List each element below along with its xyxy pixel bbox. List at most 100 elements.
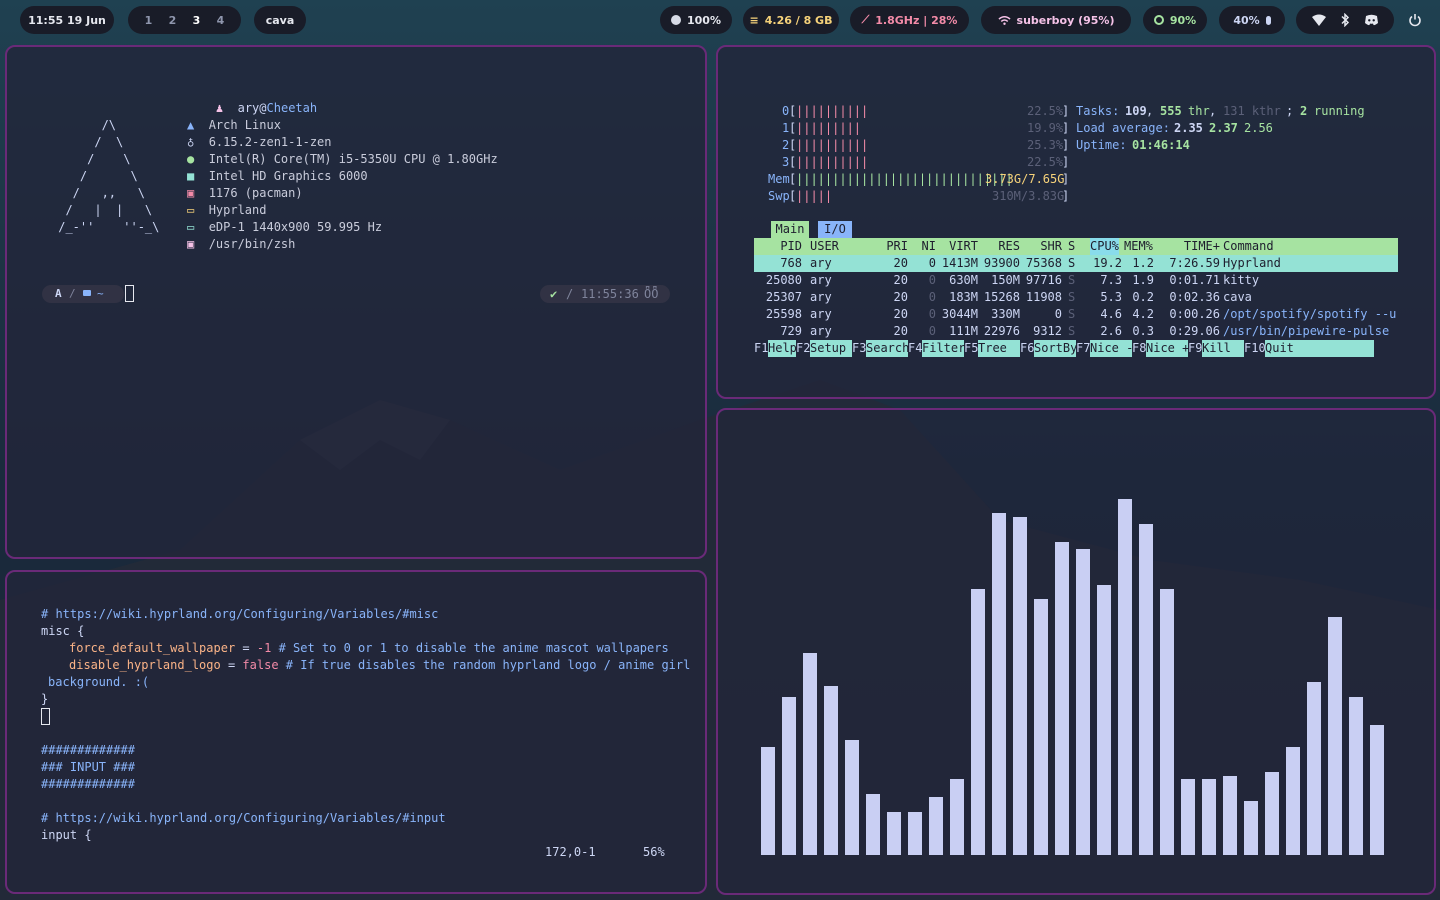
- cava-bar: [1013, 517, 1027, 855]
- fkey-f1[interactable]: F1: [754, 340, 768, 357]
- cava-bar: [824, 686, 838, 855]
- fkey-f10[interactable]: F10: [1244, 340, 1266, 357]
- fkey-f6[interactable]: F6: [1020, 340, 1034, 357]
- fkey-search-label[interactable]: Search: [866, 340, 909, 357]
- brightness-text: 90%: [1169, 13, 1197, 27]
- cell-cmd: /usr/bin/pipewire-pulse: [1223, 324, 1390, 338]
- process-row[interactable]: 25598 ary 20 0 3044M 330M 0 S 4.6 4.2 0:00.26/opt/…: [754, 306, 1398, 323]
- fkey-quit-label[interactable]: Quit: [1265, 340, 1374, 357]
- power-button[interactable]: [1404, 10, 1426, 30]
- code-hash-line-1: #############: [41, 743, 135, 757]
- cpu-widget[interactable]: ⟋ 1.8GHz | 28%: [850, 6, 969, 34]
- cell-cpu: 2.6: [1100, 324, 1122, 338]
- cell-ni: 0: [928, 324, 936, 338]
- vim-editor-terminal[interactable]: # https://wiki.hyprland.org/Configuring/…: [5, 570, 707, 894]
- process-row[interactable]: 729 ary 20 0 111M 22976 9312 S 2.6 0.3 0:29.06/usr…: [754, 323, 1398, 340]
- tab-main[interactable]: Main: [771, 221, 809, 238]
- cava-bar: [782, 697, 796, 855]
- fkey-kill-label[interactable]: Kill: [1202, 340, 1244, 357]
- cell-cmd: /opt/spotify/spotify --ur: [1223, 307, 1398, 321]
- process-row[interactable]: 25307 ary 20 0 183M 15268 11908 S 5.3 0.2 0:02.36 c…: [754, 289, 1398, 306]
- code-misc-close: }: [41, 692, 49, 706]
- fastfetch-terminal[interactable]: /\ / \ / \ / \ / ,, \ / | | \ /_-'' ''-_…: [5, 45, 707, 559]
- cava-bar: [1328, 617, 1342, 855]
- battery-text: 100%: [687, 13, 721, 27]
- process-row[interactable]: 25080 ary 20 0 630M 150M 97716 S 7.3 1.9 0:01.71 ki…: [754, 272, 1398, 289]
- fkey-sortby-label[interactable]: SortBy: [1034, 340, 1077, 357]
- package-icon: ▣: [187, 186, 195, 200]
- monitor-icon: ▭: [187, 220, 195, 234]
- cell-ni: 0: [928, 256, 936, 270]
- fkey-f3[interactable]: F3: [852, 340, 866, 357]
- bluetooth-icon[interactable]: [1340, 13, 1350, 27]
- cell-cmd: Hyprland: [1223, 256, 1281, 270]
- cava-visualizer-terminal[interactable]: [716, 408, 1436, 895]
- process-row-selected[interactable]: 768 ary 20 0 1413M 93900 75368 S 19.2 1.2 7:26.59 H…: [754, 255, 1398, 272]
- battery-icon: [671, 15, 681, 25]
- window-icon: ▭: [187, 203, 195, 217]
- prompt-status: ✔ / 11:55:36 ȪȪ: [540, 285, 670, 303]
- memory-icon: ≡: [749, 13, 759, 27]
- code-input-open: input {: [41, 828, 92, 842]
- fkey-f4[interactable]: F4: [908, 340, 922, 357]
- fkey-filter-label[interactable]: Filter: [922, 340, 965, 357]
- fkey-tree-label[interactable]: Tree: [978, 340, 1020, 357]
- cpu-meter-1: 1[||||||||| 19.9%]: [782, 121, 1070, 135]
- info-wm: ▭ Hyprland: [187, 203, 267, 217]
- workspace-2-button[interactable]: 2: [161, 14, 185, 27]
- wifi-widget[interactable]: suberboy (95%): [981, 6, 1131, 34]
- cell-mem: 4.2: [1132, 307, 1154, 321]
- discord-icon[interactable]: [1364, 14, 1379, 26]
- cell-shr: 9312: [1033, 324, 1062, 338]
- arch-prompt-icon: A: [55, 287, 62, 300]
- tray: [1296, 6, 1394, 34]
- workspace-1-button[interactable]: 1: [137, 14, 161, 27]
- cava-bar: [1370, 725, 1384, 855]
- cava-bars: [718, 410, 1434, 855]
- cell-mem: 1.2: [1132, 256, 1154, 270]
- battery-widget[interactable]: 100%: [660, 6, 732, 34]
- fkey-f9[interactable]: F9: [1188, 340, 1202, 357]
- workspace-switcher: 1 2 3 4: [128, 6, 241, 34]
- wifi-text: suberboy (95%): [1016, 13, 1115, 27]
- volume-widget[interactable]: 40%: [1219, 6, 1285, 34]
- terminal-icon: ▣: [187, 237, 195, 251]
- cava-bar: [1265, 772, 1279, 855]
- fkey-nice-label[interactable]: Nice -: [1090, 340, 1133, 357]
- memory-widget[interactable]: ≡ 4.26 / 8 GB: [743, 6, 839, 34]
- shell-prompt: A / ~: [42, 285, 124, 303]
- cell-pri: 20: [893, 273, 908, 287]
- code-logo-line: disable_hyprland_logo = false # If true …: [69, 658, 691, 672]
- cava-bar: [761, 747, 775, 855]
- cell-cpu: 7.3: [1100, 273, 1122, 287]
- checkmark-icon: ✔: [550, 287, 558, 301]
- fkey-nice-label[interactable]: Nice +: [1146, 340, 1189, 357]
- cava-bar: [1055, 542, 1069, 855]
- fkey-f7[interactable]: F7: [1076, 340, 1090, 357]
- clock-widget[interactable]: 11:55 19 Jun: [20, 6, 114, 34]
- cava-bar: [1244, 801, 1258, 855]
- cpu-meter-0: 0[|||||||||| 22.5%]: [782, 104, 1070, 118]
- fkey-f8[interactable]: F8: [1132, 340, 1146, 357]
- process-table-header[interactable]: PID USER PRI NI VIRT RES SHR S CPU% MEM%…: [754, 238, 1398, 255]
- volume-text: 40%: [1233, 13, 1260, 27]
- cell-pid: 729: [780, 324, 802, 338]
- cell-pid: 25080: [765, 273, 802, 287]
- fkey-setup-label[interactable]: Setup: [810, 340, 852, 357]
- workspace-3-button[interactable]: 3: [185, 14, 209, 27]
- fkey-help-label[interactable]: Help: [768, 340, 797, 357]
- kernel-icon: ♁: [187, 135, 195, 149]
- brightness-widget[interactable]: 90%: [1143, 6, 1207, 34]
- gpu-icon: ■: [187, 169, 195, 183]
- fkey-f5[interactable]: F5: [964, 340, 978, 357]
- tab-io[interactable]: I/O: [818, 221, 852, 238]
- clock-prompt-icon: ȪȪ: [644, 287, 659, 301]
- wifi-tray-icon[interactable]: [1311, 14, 1326, 26]
- htop-terminal[interactable]: 0[|||||||||| 22.5%] 1[||||||||| 19.9%] 2[|…: [716, 45, 1436, 399]
- active-window-text: cava: [265, 13, 295, 27]
- cpu-graph-icon: ⟋: [861, 13, 870, 26]
- cell-res: 93900: [983, 256, 1020, 270]
- workspace-4-button[interactable]: 4: [209, 14, 233, 27]
- cell-pid: 25307: [765, 290, 802, 304]
- fkey-f2[interactable]: F2: [796, 340, 810, 357]
